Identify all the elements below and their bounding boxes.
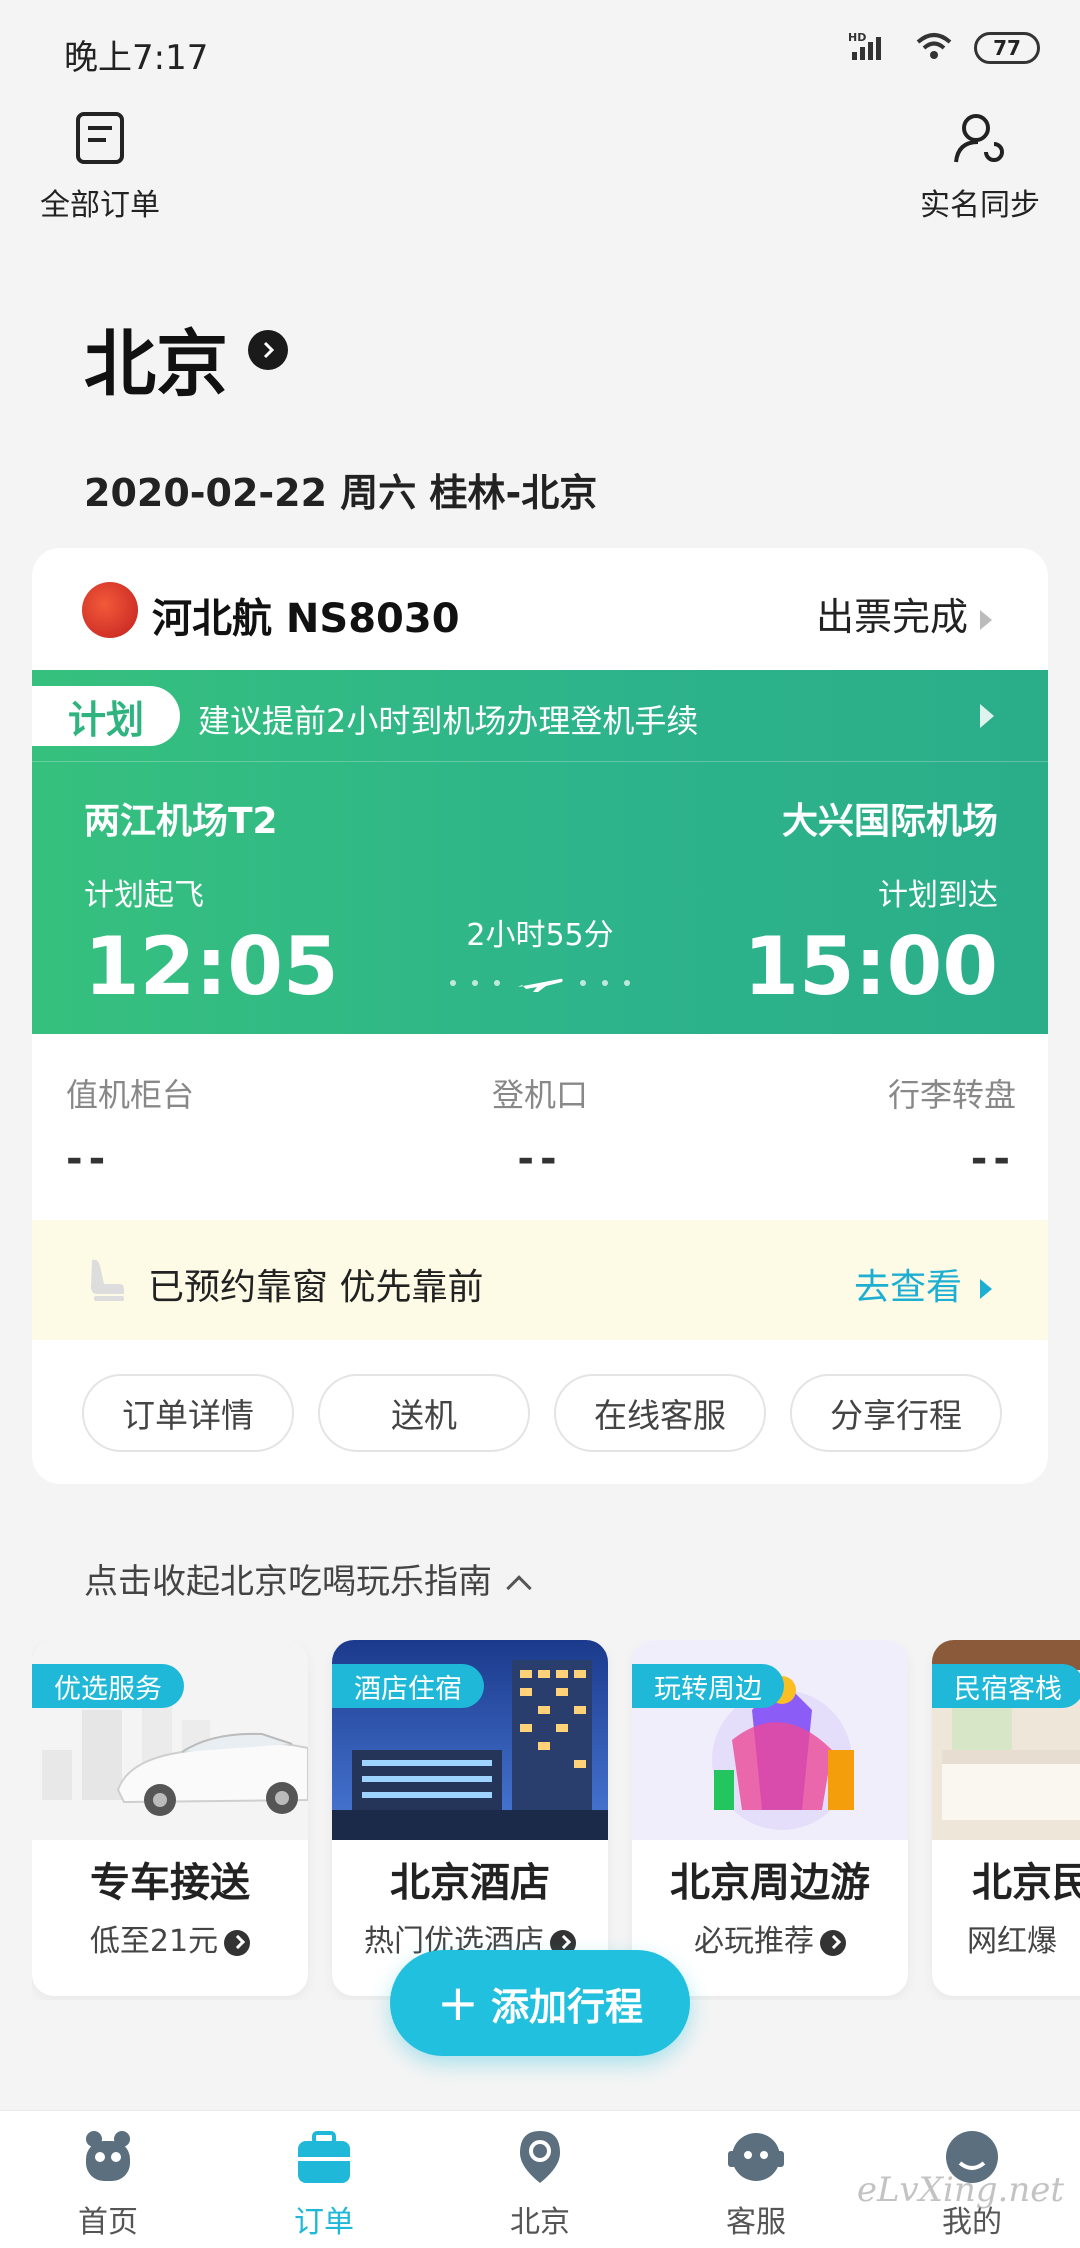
tile-tag: 民宿客栈 — [932, 1664, 1080, 1708]
nav-city[interactable]: 北京 — [432, 2111, 648, 2248]
tile-title: 北京民 — [972, 1860, 1080, 1906]
location-pin-icon — [510, 2127, 570, 2191]
ticket-status-label: 出票完成 — [815, 595, 968, 639]
tile-title: 专车接送 — [90, 1860, 250, 1906]
arrival-label: 计划到达 — [878, 878, 998, 913]
chevron-right-icon[interactable] — [248, 330, 288, 370]
tile-nearby-tour[interactable]: 玩转周边 北京周边游 必玩推荐 — [632, 1640, 908, 1996]
arrow-circle-icon — [820, 1929, 846, 1956]
user-sync-icon — [952, 110, 1008, 170]
tile-subtitle: 低至21元 — [32, 1916, 308, 1960]
watermark: eLvXing.net — [856, 2170, 1064, 2210]
add-trip-label: 添加行程 — [490, 1984, 643, 2029]
plus-icon: + — [437, 1974, 479, 2032]
tile-subtitle: 必玩推荐 — [632, 1916, 908, 1960]
all-orders-label: 全部订单 — [40, 188, 160, 223]
document-icon — [74, 110, 126, 170]
trip-summary: 2020-02-22 周六 桂林-北京 — [84, 471, 598, 515]
status-bar: 晚上7:17 HD 77 — [0, 0, 1080, 100]
tile-title: 北京酒店 — [390, 1860, 550, 1906]
baggage-carousel: 行李转盘 -- — [888, 1070, 1016, 1182]
guide-toggle-label: 点击收起北京吃喝玩乐指南 — [84, 1562, 492, 1602]
plan-notice-bar[interactable]: 计划 建议提前2小时到机场办理登机手续 — [32, 670, 1048, 762]
tile-homestay[interactable]: 民宿客栈 北京民 网红爆 — [932, 1640, 1080, 1996]
wifi-icon — [914, 30, 954, 66]
tile-subtitle-text: 低至21元 — [89, 1924, 219, 1959]
tile-hotel[interactable]: 酒店住宿 北京酒店 热门优选酒店 — [332, 1640, 608, 1996]
nav-home-label: 首页 — [78, 2205, 138, 2240]
seat-view-link[interactable]: 去查看 — [854, 1258, 992, 1310]
flight-path — [450, 968, 630, 998]
nav-service-label: 客服 — [726, 2205, 786, 2240]
realname-sync-button[interactable]: 实名同步 — [920, 110, 1040, 224]
departure-airport: 两江机场T2 — [84, 801, 278, 842]
tile-title: 北京周边游 — [670, 1860, 870, 1906]
nav-orders-label: 订单 — [294, 2205, 354, 2240]
order-details-button[interactable]: 订单详情 — [82, 1374, 294, 1452]
home-mascot-icon — [78, 2127, 138, 2191]
share-trip-button[interactable]: 分享行程 — [790, 1374, 1002, 1452]
plan-tag: 计划 — [32, 686, 180, 746]
tile-tag: 优选服务 — [32, 1664, 184, 1708]
arrival-airport: 大兴国际机场 — [781, 801, 998, 842]
airline-row[interactable]: 河北航 NS8030 出票完成 — [32, 548, 1048, 670]
arrow-circle-icon — [224, 1929, 251, 1956]
online-service-button[interactable]: 在线客服 — [554, 1374, 766, 1452]
tile-subtitle: 网红爆 — [967, 1924, 1057, 1959]
flight-duration: 2小时55分 — [466, 918, 614, 953]
status-icons: HD 77 — [848, 30, 1040, 66]
network-label: HD — [848, 31, 866, 44]
nav-orders[interactable]: 订单 — [216, 2111, 432, 2248]
airline-logo — [82, 582, 138, 638]
flight-actions: 订单详情 送机 在线客服 分享行程 — [82, 1374, 1002, 1452]
city-title[interactable]: 北京 — [84, 305, 228, 410]
signal-icon: HD — [848, 30, 894, 66]
departure-label: 计划起飞 — [84, 878, 204, 913]
ticket-status[interactable]: 出票完成 — [816, 586, 992, 641]
nav-home[interactable]: 首页 — [0, 2111, 216, 2248]
gate-info: 值机柜台 -- 登机口 -- 行李转盘 -- — [32, 1034, 1048, 1204]
airport-dropoff-button[interactable]: 送机 — [318, 1374, 530, 1452]
headset-icon — [726, 2127, 786, 2191]
nav-city-label: 北京 — [510, 2205, 570, 2240]
tile-tag: 酒店住宿 — [332, 1664, 484, 1708]
triangle-right-icon — [980, 1279, 992, 1299]
seat-view-label: 去查看 — [853, 1267, 962, 1308]
flight-card: 河北航 NS8030 出票完成 计划 建议提前2小时到机场办理登机手续 两江机场… — [32, 548, 1048, 1484]
baggage-value: -- — [970, 1136, 1016, 1182]
triangle-right-icon — [980, 704, 994, 728]
baggage-label: 行李转盘 — [887, 1076, 1016, 1114]
briefcase-icon — [294, 2127, 354, 2191]
triangle-right-icon — [980, 609, 992, 630]
airplane-icon — [516, 969, 564, 997]
add-trip-button[interactable]: + 添加行程 — [390, 1950, 690, 2056]
flight-schedule-panel: 计划 建议提前2小时到机场办理登机手续 两江机场T2 大兴国际机场 计划起飞 计… — [32, 670, 1048, 1034]
seat-reservation-text: 已预约靠窗 优先靠前 — [148, 1267, 484, 1308]
realname-sync-label: 实名同步 — [920, 188, 1040, 223]
all-orders-button[interactable]: 全部订单 — [40, 110, 160, 224]
seat-reservation-bar[interactable]: 已预约靠窗 优先靠前 去查看 — [32, 1220, 1048, 1340]
battery-indicator: 77 — [974, 32, 1040, 64]
guide-toggle[interactable]: 点击收起北京吃喝玩乐指南 — [84, 1554, 532, 1603]
tile-tag: 玩转周边 — [632, 1664, 784, 1708]
status-time: 晚上7:17 — [64, 38, 209, 78]
tile-subtitle-text: 必玩推荐 — [694, 1924, 814, 1959]
guide-tiles: 优选服务 专车接送 低至21元 酒店住宿 北京酒店 热门优选酒店 玩转周边 北京… — [32, 1640, 1080, 2000]
nav-service[interactable]: 客服 — [648, 2111, 864, 2248]
airline-flight-number: 河北航 NS8030 — [152, 596, 460, 642]
tile-car-service[interactable]: 优选服务 专车接送 低至21元 — [32, 1640, 308, 1996]
plan-note: 建议提前2小时到机场办理登机手续 — [198, 702, 699, 740]
chevron-up-icon — [506, 1574, 532, 1601]
seat-icon — [84, 1256, 128, 1308]
